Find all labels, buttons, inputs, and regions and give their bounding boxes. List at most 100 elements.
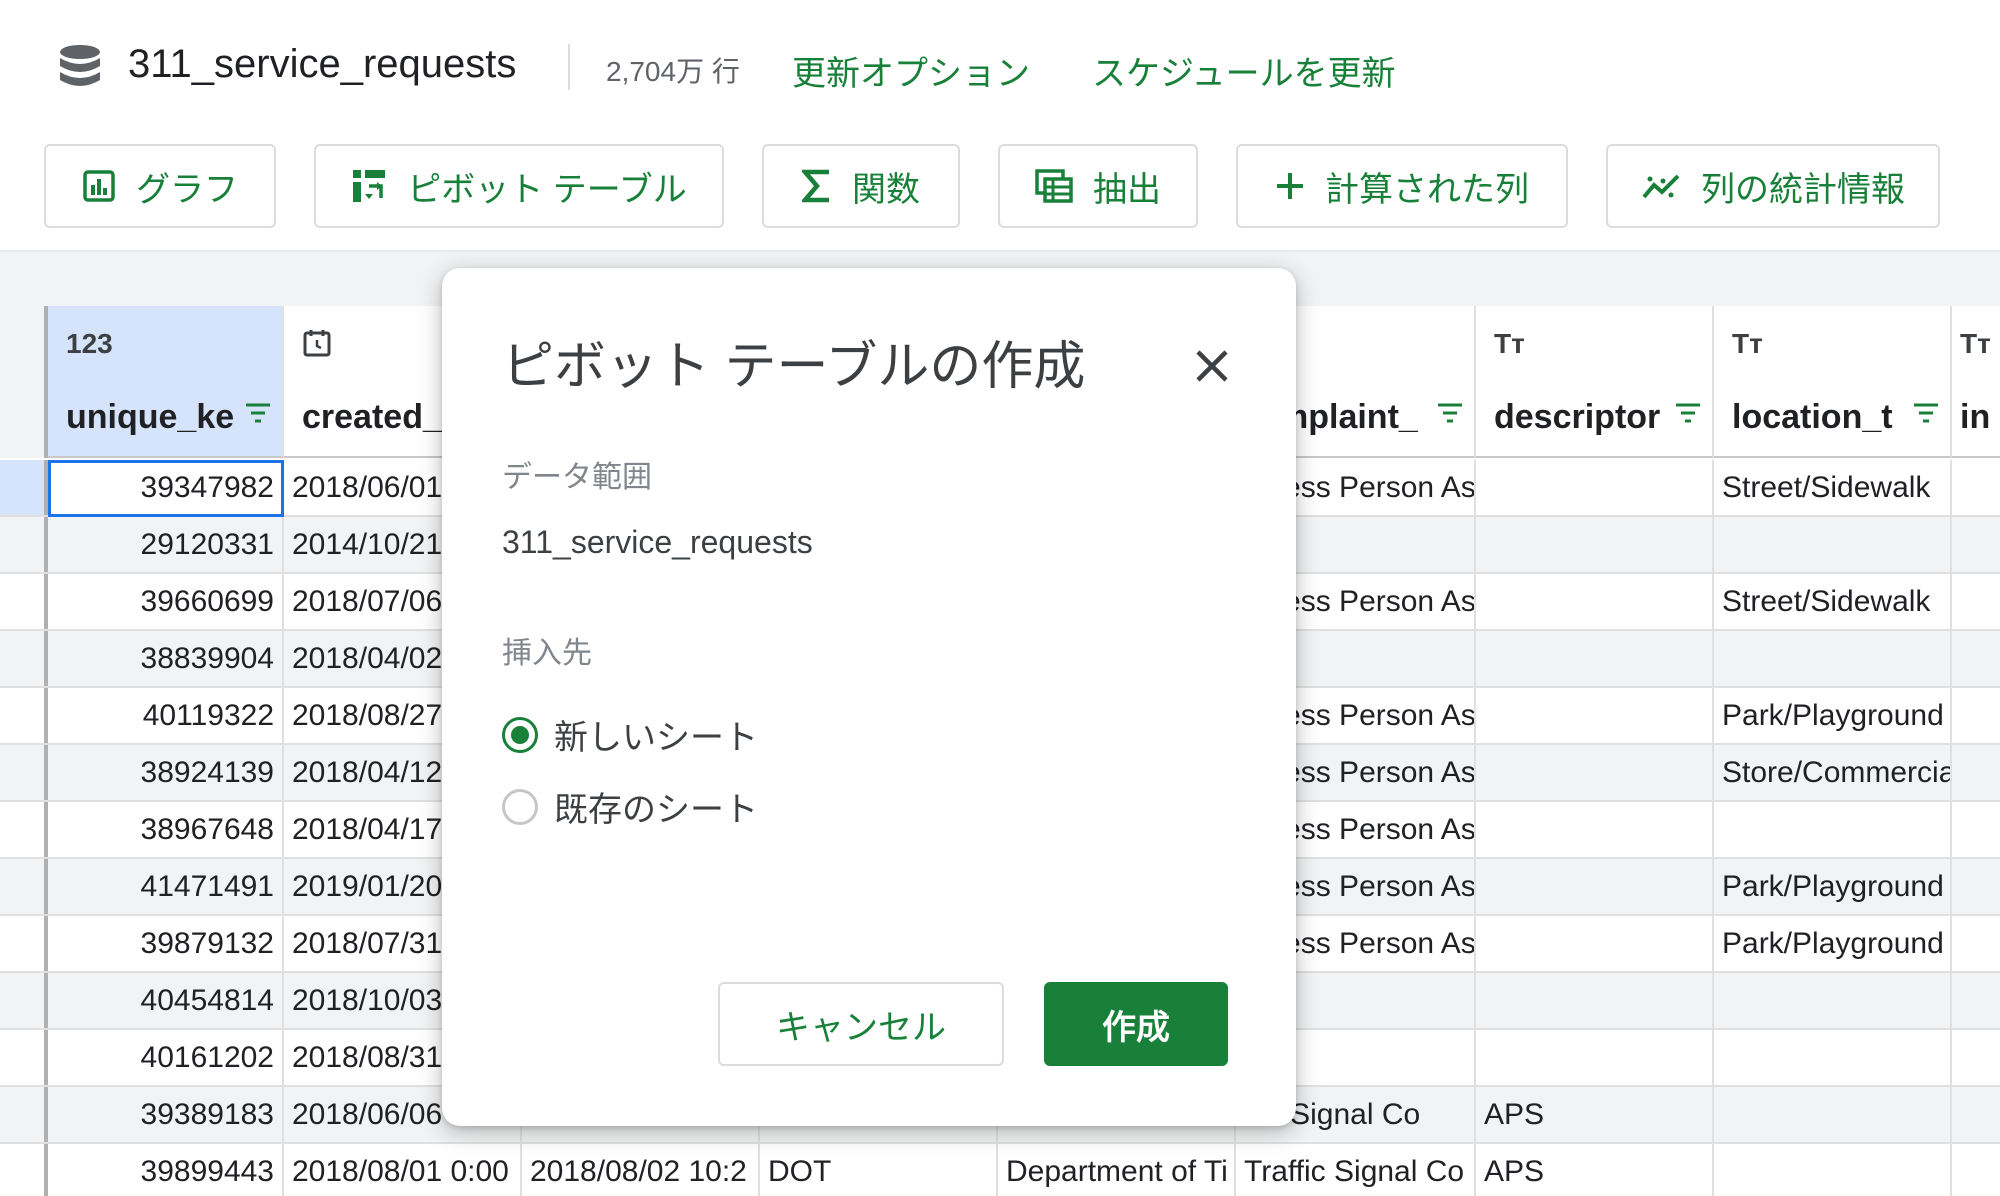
column-name: created_ bbox=[302, 398, 442, 436]
column-stats-button[interactable]: 列の統計情報 bbox=[1606, 144, 1940, 228]
table-cell[interactable] bbox=[1952, 916, 2000, 971]
table-cell[interactable]: 39660699 bbox=[48, 574, 284, 629]
table-cell[interactable] bbox=[1952, 1087, 2000, 1142]
filter-icon[interactable] bbox=[244, 402, 272, 424]
table-cell[interactable]: Park/Playground bbox=[1714, 688, 1952, 743]
table-cell[interactable] bbox=[1476, 460, 1714, 515]
table-cell[interactable]: 38967648 bbox=[48, 802, 284, 857]
column-header-location-type[interactable]: Tт location_t bbox=[1714, 306, 1952, 458]
table-cell[interactable]: Traffic Signal Co bbox=[1236, 1144, 1476, 1196]
table-cell[interactable]: APS bbox=[1476, 1087, 1714, 1142]
row-header[interactable] bbox=[0, 1087, 48, 1142]
table-cell[interactable]: 40161202 bbox=[48, 1030, 284, 1085]
table-cell[interactable] bbox=[1952, 688, 2000, 743]
table-cell[interactable] bbox=[1714, 1087, 1952, 1142]
row-header[interactable] bbox=[0, 631, 48, 686]
filter-icon[interactable] bbox=[1436, 402, 1464, 424]
calculated-column-button[interactable]: 計算された列 bbox=[1236, 144, 1568, 228]
table-cell[interactable]: Park/Playground bbox=[1714, 859, 1952, 914]
dataset-title: 311_service_requests bbox=[128, 42, 517, 86]
column-header-in[interactable]: Tт in bbox=[1952, 306, 2000, 458]
table-cell[interactable]: 39899443 bbox=[48, 1144, 284, 1196]
row-header[interactable] bbox=[0, 859, 48, 914]
table-cell[interactable]: 38924139 bbox=[48, 745, 284, 800]
table-cell[interactable]: 2018/08/01 0:00 bbox=[284, 1144, 522, 1196]
row-header[interactable] bbox=[0, 916, 48, 971]
pivot-table-button[interactable]: ピボット テーブル bbox=[314, 144, 724, 228]
table-cell[interactable]: 40119322 bbox=[48, 688, 284, 743]
refresh-options-link[interactable]: 更新オプション bbox=[792, 46, 1030, 95]
table-cell[interactable]: 38839904 bbox=[48, 631, 284, 686]
table-cell[interactable]: APS bbox=[1476, 1144, 1714, 1196]
filter-icon[interactable] bbox=[1674, 402, 1702, 424]
table-cell[interactable] bbox=[1476, 1030, 1714, 1085]
table-cell[interactable]: 40454814 bbox=[48, 973, 284, 1028]
table-cell[interactable]: 39879132 bbox=[48, 916, 284, 971]
table-cell[interactable] bbox=[1952, 973, 2000, 1028]
table-cell[interactable] bbox=[1952, 517, 2000, 572]
table-cell[interactable] bbox=[1714, 1030, 1952, 1085]
row-header[interactable] bbox=[0, 802, 48, 857]
table-cell[interactable] bbox=[1476, 688, 1714, 743]
table-cell[interactable] bbox=[1476, 973, 1714, 1028]
filter-icon[interactable] bbox=[1912, 402, 1940, 424]
column-header-unique-key[interactable]: 123 unique_ke bbox=[48, 306, 284, 458]
table-cell[interactable] bbox=[1952, 802, 2000, 857]
table-cell[interactable]: DOT bbox=[760, 1144, 998, 1196]
create-pivot-table-dialog: ピボット テーブルの作成 データ範囲 311_service_requests … bbox=[442, 268, 1296, 1126]
existing-sheet-radio[interactable]: 既存のシート bbox=[502, 782, 758, 831]
table-cell[interactable] bbox=[1952, 460, 2000, 515]
trend-icon bbox=[1642, 174, 1680, 199]
text-type-icon: Tт bbox=[1732, 328, 1763, 359]
table-cell[interactable]: Street/Sidewalk bbox=[1714, 460, 1952, 515]
column-name: location_t bbox=[1732, 398, 1893, 436]
table-cell[interactable]: Store/Commercial bbox=[1714, 745, 1952, 800]
table-cell[interactable] bbox=[1952, 859, 2000, 914]
table-cell[interactable]: Street/Sidewalk bbox=[1714, 574, 1952, 629]
column-name: descriptor bbox=[1494, 398, 1661, 436]
row-header[interactable] bbox=[0, 1030, 48, 1085]
table-cell[interactable] bbox=[1476, 745, 1714, 800]
new-sheet-radio[interactable]: 新しいシート bbox=[502, 710, 758, 759]
table-cell[interactable] bbox=[1952, 631, 2000, 686]
row-header[interactable] bbox=[0, 973, 48, 1028]
table-row: 39899443 2018/08/01 0:00 2018/08/02 10:2 DO… bbox=[0, 1144, 2000, 1196]
create-button[interactable]: 作成 bbox=[1044, 982, 1228, 1066]
chart-button[interactable]: グラフ bbox=[44, 144, 276, 228]
plus-icon bbox=[1277, 173, 1303, 199]
table-cell[interactable]: Park/Playground bbox=[1714, 916, 1952, 971]
table-cell[interactable] bbox=[1714, 973, 1952, 1028]
table-cell[interactable] bbox=[1476, 574, 1714, 629]
extract-button[interactable]: 抽出 bbox=[998, 144, 1198, 228]
close-icon[interactable] bbox=[1184, 338, 1240, 394]
table-cell[interactable]: 29120331 bbox=[48, 517, 284, 572]
data-range-value[interactable]: 311_service_requests bbox=[502, 524, 813, 561]
row-header[interactable] bbox=[0, 1144, 48, 1196]
table-cell[interactable] bbox=[1952, 745, 2000, 800]
table-cell[interactable]: 39389183 bbox=[48, 1087, 284, 1142]
row-header[interactable] bbox=[0, 460, 48, 515]
table-cell[interactable]: 2018/08/02 10:2 bbox=[522, 1144, 760, 1196]
cancel-button[interactable]: キャンセル bbox=[718, 982, 1004, 1066]
column-header-descriptor[interactable]: Tт descriptor bbox=[1476, 306, 1714, 458]
row-header[interactable] bbox=[0, 688, 48, 743]
table-cell[interactable]: 41471491 bbox=[48, 859, 284, 914]
table-cell[interactable]: Department of Ti bbox=[998, 1144, 1236, 1196]
table-cell[interactable] bbox=[1952, 574, 2000, 629]
table-cell[interactable] bbox=[1952, 1030, 2000, 1085]
table-cell[interactable] bbox=[1714, 1144, 1952, 1196]
table-cell[interactable] bbox=[1714, 802, 1952, 857]
table-cell[interactable] bbox=[1476, 517, 1714, 572]
table-cell[interactable] bbox=[1714, 517, 1952, 572]
table-cell[interactable] bbox=[1476, 916, 1714, 971]
function-button[interactable]: 関数 bbox=[762, 144, 960, 228]
schedule-refresh-link[interactable]: スケジュールを更新 bbox=[1092, 46, 1396, 95]
table-cell[interactable] bbox=[1952, 1144, 2000, 1196]
row-header[interactable] bbox=[0, 574, 48, 629]
table-cell[interactable] bbox=[1714, 631, 1952, 686]
row-header[interactable] bbox=[0, 745, 48, 800]
table-cell[interactable] bbox=[1476, 859, 1714, 914]
table-cell[interactable] bbox=[1476, 802, 1714, 857]
row-header[interactable] bbox=[0, 517, 48, 572]
table-cell[interactable] bbox=[1476, 631, 1714, 686]
